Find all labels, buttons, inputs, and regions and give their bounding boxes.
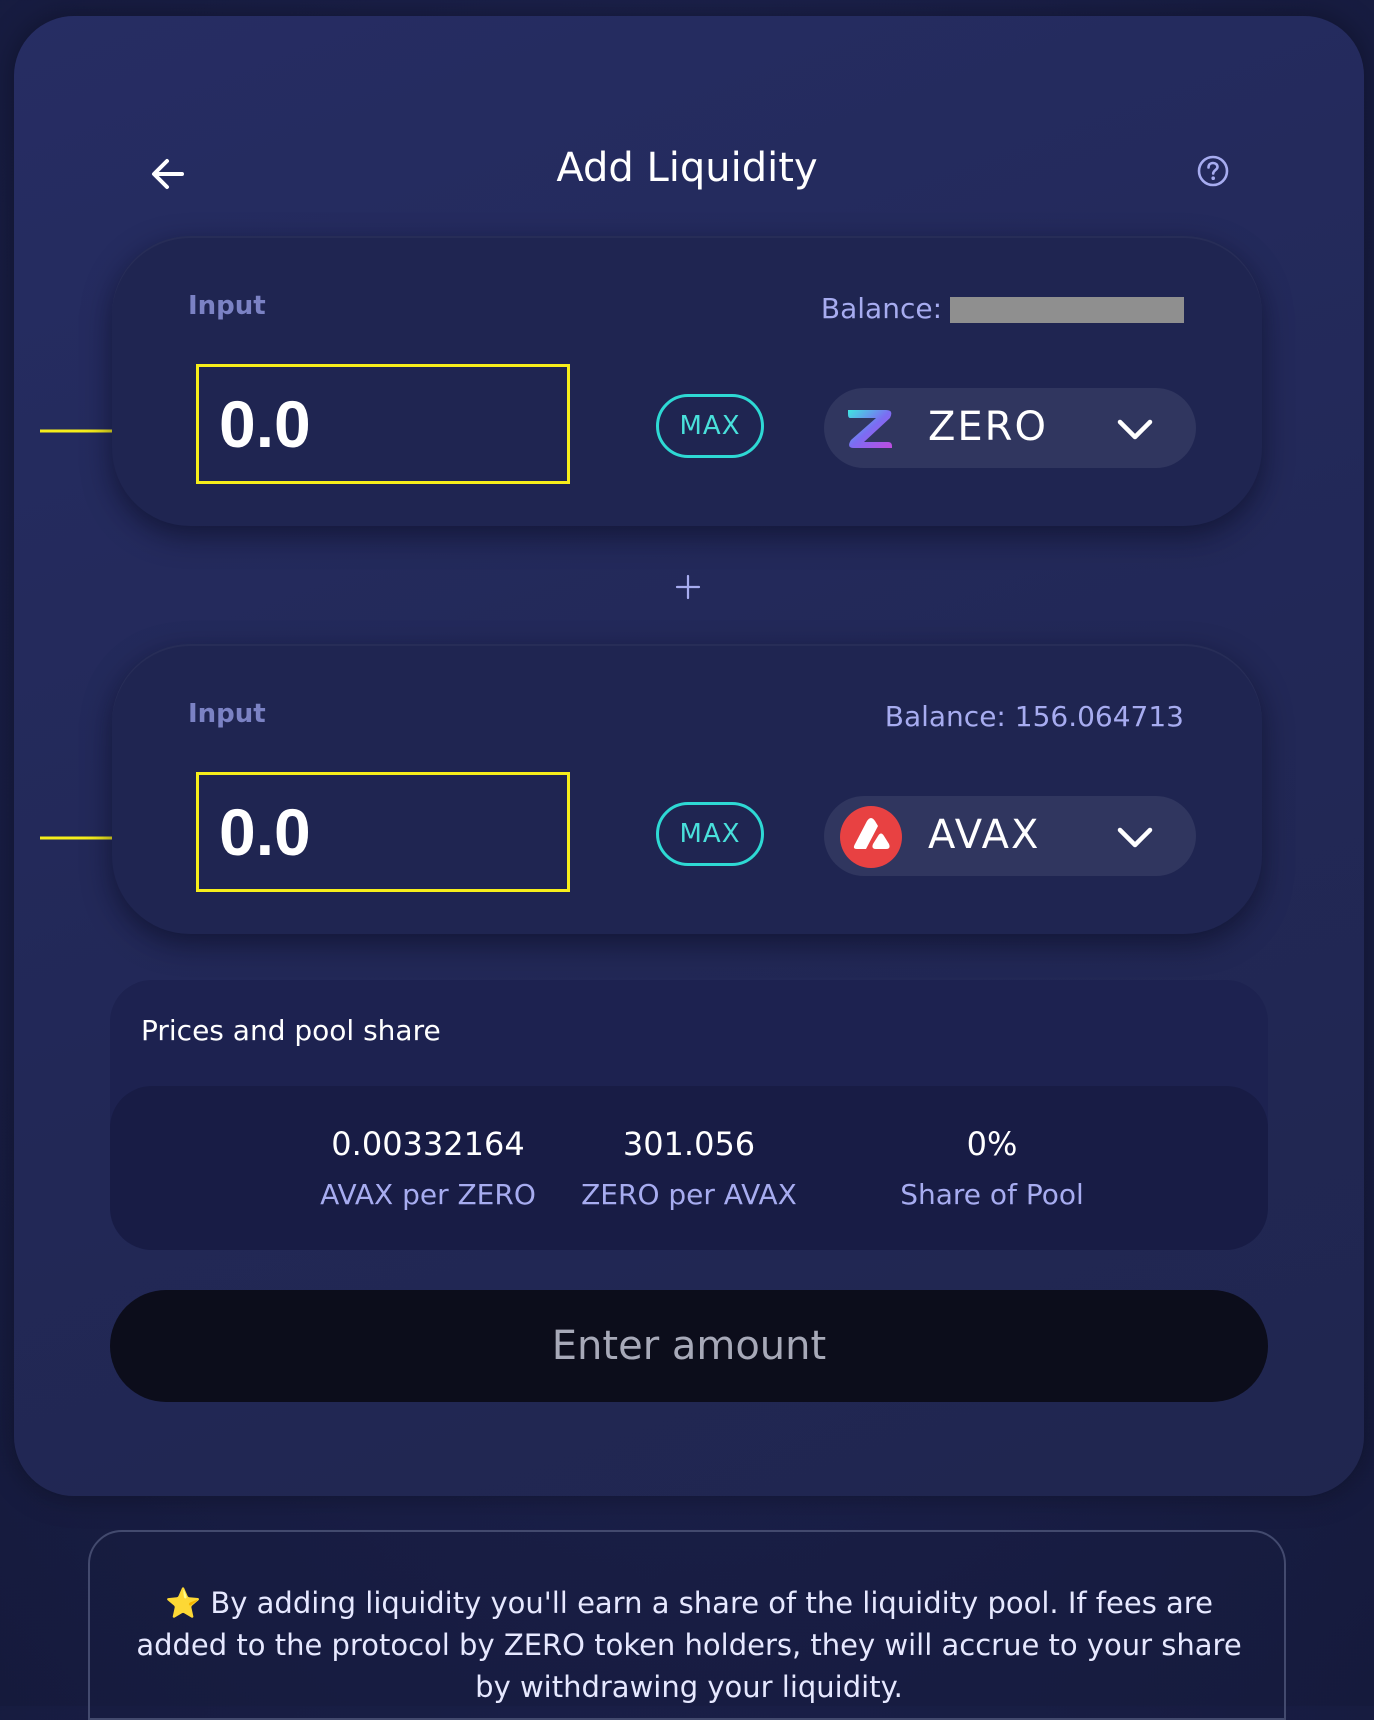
token-input-panel-zero: Input Balance: MAX ZERO [112,236,1262,526]
amount-input-zero[interactable] [219,377,549,471]
enter-amount-button[interactable]: Enter amount [110,1290,1268,1402]
stat-zero-per-avax: 301.056 ZERO per AVAX [509,1124,869,1212]
avax-token-icon [840,806,902,868]
info-text: ⭐ By adding liquidity you'll earn a shar… [130,1582,1248,1708]
zero-token-icon [848,410,892,448]
max-button[interactable]: MAX [656,394,764,458]
token-select-zero[interactable]: ZERO [824,388,1196,468]
amount-input-highlight [196,772,570,892]
stat-value: 301.056 [622,1125,756,1163]
max-button[interactable]: MAX [656,802,764,866]
token-select-avax[interactable]: AVAX [824,796,1196,876]
amount-input-avax[interactable] [219,785,549,879]
stat-share-of-pool: 0% Share of Pool [842,1124,1142,1212]
chevron-down-icon [1117,827,1153,848]
redacted-balance-value [950,297,1184,323]
stat-label: Share of Pool [900,1178,1084,1211]
balance-label: Balance: [820,292,942,325]
star-icon: ⭐ [165,1586,202,1620]
prices-stats: 0.00332164 AVAX per ZERO 301.056 ZERO pe… [110,1086,1268,1250]
prices-title: Prices and pool share [141,1014,441,1047]
stat-value: 0% [966,1125,1018,1163]
token-input-panel-avax: Input Balance: 156.064713 MAX AVAX [112,644,1262,934]
stat-label: ZERO per AVAX [581,1178,797,1211]
liquidity-info-box: ⭐ By adding liquidity you'll earn a shar… [88,1530,1286,1720]
token-symbol: ZERO [928,404,1048,450]
page-title: Add Liquidity [556,145,818,191]
balance-text: Balance: 156.064713 [884,700,1184,733]
token-symbol: AVAX [928,812,1041,858]
plus-icon [675,574,701,600]
input-label: Input [188,699,266,729]
prices-and-pool-share-panel: Prices and pool share 0.00332164 AVAX pe… [110,980,1268,1250]
balance-text: Balance: [821,292,1184,325]
question-circle-icon[interactable] [1196,154,1230,188]
amount-input-highlight [196,364,570,484]
info-message: By adding liquidity you'll earn a share … [136,1586,1242,1704]
input-label: Input [188,291,266,321]
chevron-down-icon [1117,419,1153,440]
